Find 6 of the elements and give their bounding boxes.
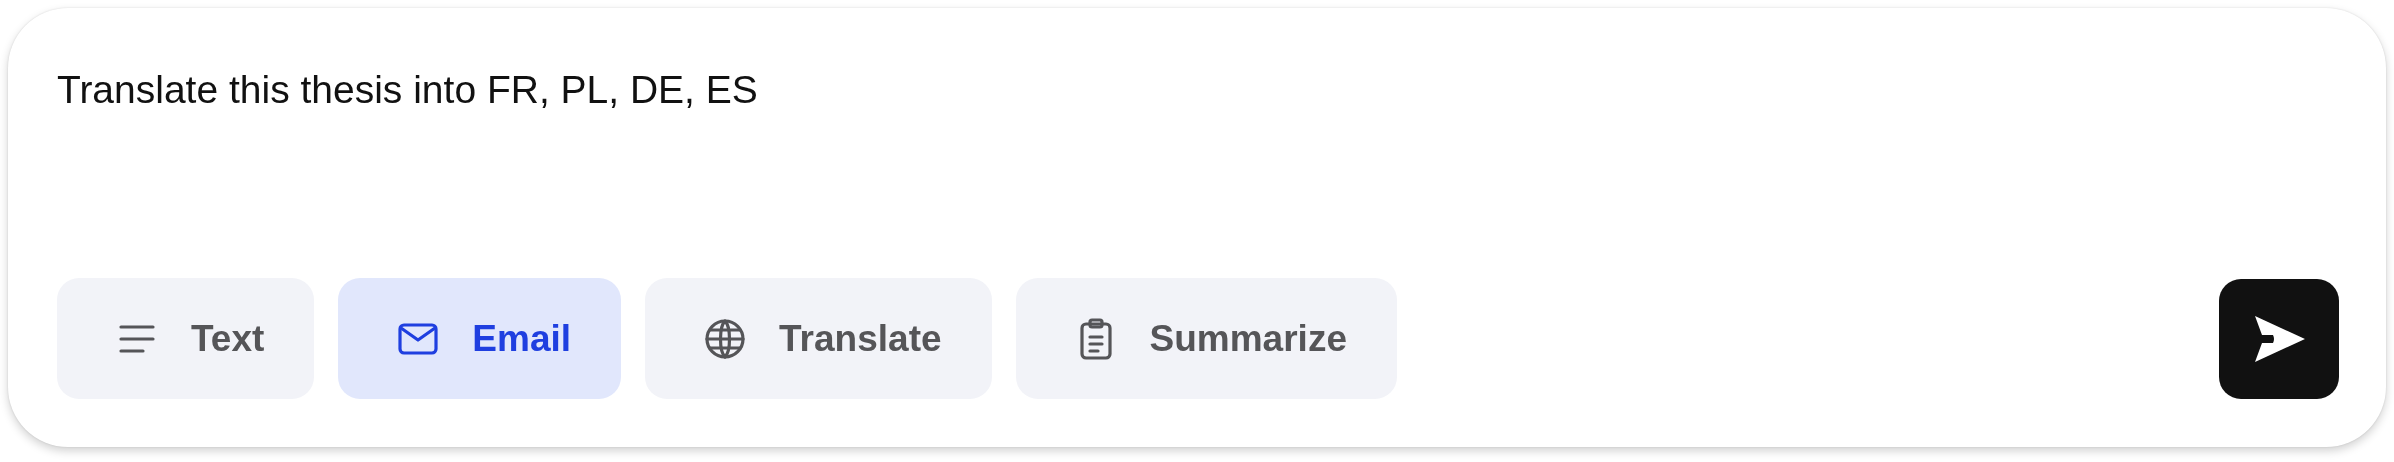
prompt-field[interactable]: Translate this thesis into FR, PL, DE, ES (57, 66, 2339, 114)
send-button[interactable] (2219, 278, 2339, 399)
chip-button[interactable]: Text (57, 278, 315, 399)
chip-button[interactable]: Email (338, 278, 622, 399)
chip-button[interactable]: Translate (645, 278, 992, 399)
chip-button[interactable]: Summarize (1015, 278, 1397, 399)
